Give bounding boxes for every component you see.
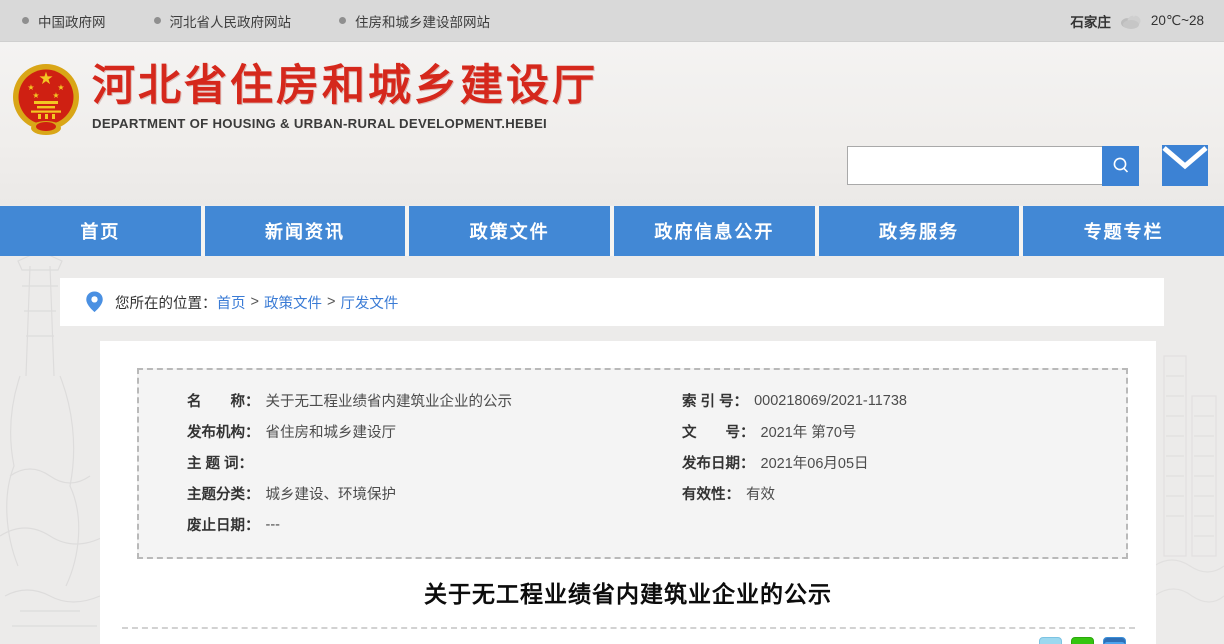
content-panel: 名 称： 关于无工程业绩省内建筑业企业的公示 发布机构： 省住房和城乡建设厅 主… — [100, 341, 1156, 644]
nav-gov-info[interactable]: 政府信息公开 — [614, 206, 815, 256]
svg-text:★: ★ — [32, 91, 39, 100]
nav-news[interactable]: 新闻资讯 — [205, 206, 406, 256]
cloud-weather-icon — [1119, 12, 1143, 30]
weather-widget: 石家庄 20℃~28 — [1070, 11, 1204, 31]
site-title: 河北省住房和城乡建设厅 — [92, 60, 598, 112]
page-body: 您所在的位置： 首页 > 政策文件 > 厅发文件 名 称： 关于无工程业绩省内建… — [0, 256, 1224, 644]
link-mohurd[interactable]: 住房和城乡建设部网站 — [339, 11, 490, 31]
location-pin-icon — [84, 289, 105, 315]
nav-topics[interactable]: 专题专栏 — [1023, 206, 1224, 256]
meta-row-validity: 有效性： 有效 — [682, 478, 907, 509]
search-input[interactable] — [847, 146, 1102, 185]
breadcrumb-policy[interactable]: 政策文件 — [264, 292, 322, 313]
meta-label: 索 引 号： — [682, 390, 748, 411]
meta-column-left: 名 称： 关于无工程业绩省内建筑业企业的公示 发布机构： 省住房和城乡建设厅 主… — [187, 385, 1126, 540]
meta-value: 2021年 第70号 — [761, 421, 857, 442]
meta-value: 省住房和城乡建设厅 — [266, 421, 397, 442]
meta-column-right: 索 引 号： 000218069/2021-11738 文 号： 2021年 第… — [682, 385, 907, 509]
mail-icon — [1162, 145, 1208, 186]
breadcrumb-dept-docs[interactable]: 厅发文件 — [340, 292, 398, 313]
page: 中国政府网 河北省人民政府网站 住房和城乡建设部网站 石家庄 20℃~28 — [0, 0, 1224, 644]
breadcrumb-separator: > — [251, 294, 259, 310]
search-button[interactable] — [1102, 146, 1139, 186]
link-label: 住房和城乡建设部网站 — [355, 11, 490, 31]
link-hebei-gov[interactable]: 河北省人民政府网站 — [154, 11, 292, 31]
main-nav: 首页 新闻资讯 政策文件 政府信息公开 政务服务 专题专栏 — [0, 206, 1224, 256]
brand-text: 河北省住房和城乡建设厅 DEPARTMENT OF HOUSING & URBA… — [92, 60, 598, 131]
bullet-icon — [22, 17, 29, 24]
title-divider — [122, 627, 1135, 629]
site-header: ★ ★ ★ ★ ★ 河北省住房和城乡建设厅 DEPARTMENT OF HOUS… — [0, 42, 1224, 205]
top-links: 中国政府网 河北省人民政府网站 住房和城乡建设部网站 — [22, 11, 490, 31]
weather-city: 石家庄 — [1070, 11, 1111, 31]
svg-text:★: ★ — [38, 69, 53, 88]
wechat-share-icon[interactable] — [1071, 637, 1094, 644]
meta-value: 关于无工程业绩省内建筑业企业的公示 — [266, 390, 513, 411]
meta-value: 2021年06月05日 — [761, 452, 869, 473]
nav-services[interactable]: 政务服务 — [819, 206, 1020, 256]
weibo-share-icon[interactable] — [1039, 637, 1062, 644]
meta-label: 文 号： — [682, 421, 755, 442]
meta-label: 发布机构： — [187, 421, 260, 442]
link-label: 中国政府网 — [38, 11, 106, 31]
breadcrumb-separator: > — [327, 294, 335, 310]
svg-text:★: ★ — [52, 91, 59, 100]
meta-row-repeal-date: 废止日期： --- — [187, 509, 1126, 540]
meta-value: --- — [266, 517, 281, 533]
meta-row-doc-no: 文 号： 2021年 第70号 — [682, 416, 907, 447]
site-subtitle: DEPARTMENT OF HOUSING & URBAN-RURAL DEVE… — [92, 116, 598, 131]
link-china-gov[interactable]: 中国政府网 — [22, 11, 106, 31]
meta-row-keywords: 主 题 词： — [187, 447, 1126, 478]
breadcrumb: 您所在的位置： 首页 > 政策文件 > 厅发文件 — [60, 278, 1164, 326]
weather-range: 20℃~28 — [1151, 13, 1204, 29]
meta-label: 名 称： — [187, 390, 260, 411]
top-utility-bar: 中国政府网 河北省人民政府网站 住房和城乡建设部网站 石家庄 20℃~28 — [0, 0, 1224, 42]
right-watermark-illustration — [1154, 296, 1224, 636]
meta-label: 发布日期： — [682, 452, 755, 473]
bullet-icon — [154, 17, 161, 24]
meta-row-index-no: 索 引 号： 000218069/2021-11738 — [682, 385, 907, 416]
breadcrumb-prefix: 您所在的位置： — [115, 292, 217, 313]
search-area — [847, 145, 1208, 186]
breadcrumb-home[interactable]: 首页 — [217, 292, 246, 313]
site-brand[interactable]: ★ ★ ★ ★ ★ 河北省住房和城乡建设厅 DEPARTMENT OF HOUS… — [12, 60, 598, 136]
article-title: 关于无工程业绩省内建筑业企业的公示 — [100, 575, 1156, 609]
meta-label: 有效性： — [682, 483, 740, 504]
share-buttons — [1039, 637, 1126, 644]
meta-value: 000218069/2021-11738 — [754, 393, 907, 409]
nav-home[interactable]: 首页 — [0, 206, 201, 256]
meta-label: 废止日期： — [187, 514, 260, 535]
china-national-emblem: ★ ★ ★ ★ ★ — [12, 62, 80, 136]
document-meta-box: 名 称： 关于无工程业绩省内建筑业企业的公示 发布机构： 省住房和城乡建设厅 主… — [137, 368, 1128, 559]
qq-share-icon[interactable] — [1103, 637, 1126, 644]
meta-row-issuer: 发布机构： 省住房和城乡建设厅 — [187, 416, 1126, 447]
meta-row-name: 名 称： 关于无工程业绩省内建筑业企业的公示 — [187, 385, 1126, 416]
mail-button[interactable] — [1162, 145, 1208, 186]
link-label: 河北省人民政府网站 — [170, 11, 292, 31]
nav-policy[interactable]: 政策文件 — [409, 206, 610, 256]
meta-label: 主 题 词： — [187, 452, 253, 473]
meta-label: 主题分类： — [187, 483, 260, 504]
meta-value: 城乡建设、环境保护 — [266, 483, 397, 504]
meta-row-publish-date: 发布日期： 2021年06月05日 — [682, 447, 907, 478]
meta-value: 有效 — [746, 483, 775, 504]
search-icon — [1110, 155, 1132, 177]
bullet-icon — [339, 17, 346, 24]
meta-row-category: 主题分类： 城乡建设、环境保护 — [187, 478, 1126, 509]
